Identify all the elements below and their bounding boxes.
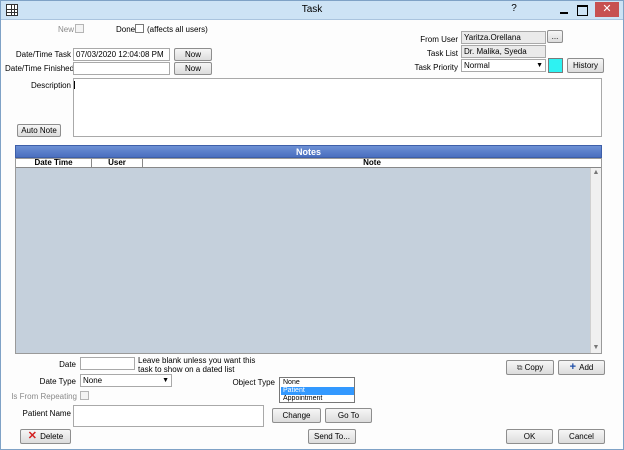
scroll-down-icon[interactable]: ▼ — [591, 343, 601, 353]
copy-label: Copy — [524, 363, 544, 372]
from-user-label: From User — [420, 35, 458, 44]
object-type-listbox[interactable]: None Patient Appointment — [279, 377, 355, 403]
new-checkbox[interactable] — [75, 24, 84, 33]
notes-scrollbar[interactable]: ▲ ▼ — [590, 168, 601, 353]
done-note: (affects all users) — [147, 25, 208, 34]
task-list-label: Task List — [426, 49, 458, 58]
done-label: Done — [116, 25, 136, 34]
notes-grid[interactable]: Date Time User Note ▲ ▼ — [15, 158, 602, 354]
sendto-button[interactable]: Send To... — [308, 429, 356, 444]
add-label: Add — [579, 363, 594, 372]
date-hint: Leave blank unless you want this task to… — [138, 356, 256, 374]
from-user-field: Yaritza.Orellana — [461, 31, 546, 44]
datetime-task-label: Date/Time Task — [15, 50, 71, 59]
datetime-finished-label: Date/Time Finished — [5, 64, 75, 73]
delete-button[interactable]: ✕ Delete — [20, 429, 71, 444]
task-priority-select[interactable]: Normal ▼ — [461, 59, 546, 72]
patient-name-field[interactable] — [73, 405, 264, 427]
add-button[interactable]: + Add — [558, 360, 605, 375]
date-label: Date — [59, 360, 76, 369]
text-caret — [74, 81, 75, 89]
datetime-finished-input[interactable] — [73, 62, 170, 75]
now-task-button[interactable]: Now — [174, 48, 212, 61]
from-user-browse-button[interactable]: ... — [547, 30, 563, 43]
date-type-select[interactable]: None ▼ — [80, 374, 172, 387]
cancel-button[interactable]: Cancel — [558, 429, 605, 444]
done-checkbox[interactable] — [135, 24, 144, 33]
object-type-option[interactable]: None — [281, 379, 354, 387]
task-priority-label: Task Priority — [414, 63, 458, 72]
column-header-note[interactable]: Note — [143, 159, 601, 168]
goto-button[interactable]: Go To — [325, 408, 372, 423]
is-from-repeating-label: Is From Repeating — [11, 392, 77, 401]
column-header-date-time[interactable]: Date Time — [16, 159, 92, 168]
chevron-down-icon: ▼ — [536, 62, 543, 69]
scroll-up-icon[interactable]: ▲ — [591, 168, 601, 178]
help-button[interactable]: ? — [509, 3, 519, 17]
column-header-user[interactable]: User — [92, 159, 143, 168]
ok-button[interactable]: OK — [506, 429, 553, 444]
description-textarea[interactable] — [73, 78, 602, 137]
new-label: New — [58, 25, 75, 34]
is-from-repeating-checkbox[interactable] — [80, 391, 89, 400]
plus-icon: + — [569, 361, 580, 373]
change-button[interactable]: Change — [272, 408, 321, 423]
window-title: Task — [301, 4, 323, 15]
date-type-label: Date Type — [39, 377, 76, 386]
delete-label: Delete — [40, 432, 64, 441]
delete-x-icon: ✕ — [27, 430, 41, 442]
copy-button[interactable]: ⧉ Copy — [506, 360, 554, 375]
date-type-value: None — [83, 376, 103, 385]
task-list-field: Dr. Malika, Syeda — [461, 45, 546, 58]
title-bar: Task ? ✕ — [1, 1, 623, 20]
auto-note-button[interactable]: Auto Note — [17, 124, 61, 137]
datetime-task-input[interactable]: 07/03/2020 12:04:08 PM — [73, 48, 170, 61]
object-type-option-selected[interactable]: Patient — [281, 387, 354, 395]
close-button[interactable]: ✕ — [595, 2, 619, 17]
priority-color-swatch[interactable] — [548, 58, 563, 73]
now-finished-button[interactable]: Now — [174, 62, 212, 75]
patient-name-label: Patient Name — [22, 409, 71, 418]
object-type-option[interactable]: Appointment — [281, 395, 354, 403]
task-window: Task ? ✕ New Done (affects all users) Da… — [0, 0, 624, 450]
chevron-down-icon: ▼ — [162, 377, 169, 384]
task-priority-value: Normal — [464, 61, 490, 70]
object-type-label: Object Type — [232, 378, 275, 387]
maximize-button[interactable] — [575, 3, 589, 17]
history-button[interactable]: History — [567, 58, 604, 73]
copy-icon: ⧉ — [516, 363, 525, 372]
notes-header: Notes — [15, 145, 602, 158]
minimize-button[interactable] — [557, 3, 571, 17]
description-label: Description — [30, 81, 71, 90]
date-input[interactable] — [80, 357, 135, 370]
